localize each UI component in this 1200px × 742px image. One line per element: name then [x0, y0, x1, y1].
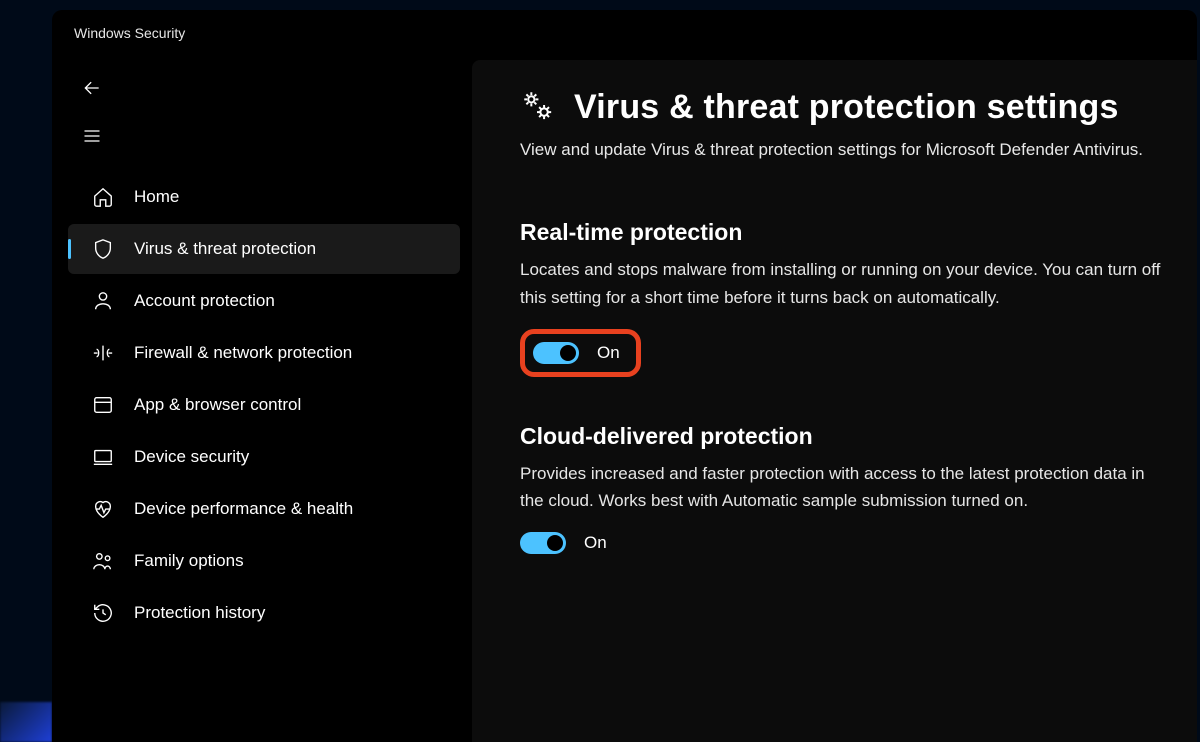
shield-icon	[92, 238, 114, 260]
sidebar-item-label: Family options	[134, 551, 244, 571]
sidebar: Home Virus & threat protection Account p…	[52, 56, 472, 742]
sidebar-item-label: Protection history	[134, 603, 265, 623]
sidebar-item-label: Account protection	[134, 291, 275, 311]
nav-list: Home Virus & threat protection Account p…	[62, 170, 466, 640]
account-icon	[92, 290, 114, 312]
hamburger-button[interactable]	[72, 118, 112, 158]
arrow-left-icon	[82, 78, 102, 103]
sidebar-item-family[interactable]: Family options	[68, 536, 460, 586]
toggle-row: On	[520, 532, 607, 554]
desktop-background	[0, 702, 52, 742]
sidebar-item-label: Virus & threat protection	[134, 239, 316, 259]
section-title: Cloud-delivered protection	[520, 423, 1165, 450]
sidebar-item-account[interactable]: Account protection	[68, 276, 460, 326]
family-icon	[92, 550, 114, 572]
sidebar-item-app[interactable]: App & browser control	[68, 380, 460, 430]
sidebar-item-label: App & browser control	[134, 395, 301, 415]
section-description: Locates and stops malware from installin…	[520, 256, 1165, 310]
device-icon	[92, 446, 114, 468]
window-title: Windows Security	[74, 25, 185, 41]
home-icon	[92, 186, 114, 208]
toggle-highlight-ring: On	[520, 329, 641, 377]
sidebar-item-firewall[interactable]: Firewall & network protection	[68, 328, 460, 378]
history-icon	[92, 602, 114, 624]
sidebar-item-label: Device performance & health	[134, 499, 353, 519]
page-header: Virus & threat protection settings	[520, 88, 1165, 127]
sidebar-item-performance[interactable]: Device performance & health	[68, 484, 460, 534]
app-browser-icon	[92, 394, 114, 416]
page-description: View and update Virus & threat protectio…	[520, 137, 1165, 163]
section-title: Real-time protection	[520, 219, 1165, 246]
toggle-state-label: On	[584, 533, 607, 553]
window-body: Home Virus & threat protection Account p…	[52, 56, 1197, 742]
firewall-icon	[92, 342, 114, 364]
back-button[interactable]	[72, 70, 112, 110]
sidebar-item-device[interactable]: Device security	[68, 432, 460, 482]
cloud-protection-toggle[interactable]	[520, 532, 566, 554]
sidebar-item-label: Firewall & network protection	[134, 343, 352, 363]
section-description: Provides increased and faster protection…	[520, 460, 1165, 514]
section-realtime-protection: Real-time protection Locates and stops m…	[520, 219, 1165, 376]
sidebar-item-virus[interactable]: Virus & threat protection	[68, 224, 460, 274]
sidebar-item-label: Home	[134, 187, 179, 207]
titlebar: Windows Security	[52, 10, 1197, 56]
toggle-state-label: On	[597, 343, 620, 363]
sidebar-item-home[interactable]: Home	[68, 172, 460, 222]
settings-gears-icon	[520, 88, 554, 127]
windows-security-window: Windows Security Home	[52, 10, 1197, 742]
page-title: Virus & threat protection settings	[574, 88, 1119, 127]
main-content: Virus & threat protection settings View …	[472, 60, 1197, 742]
menu-icon	[82, 126, 102, 151]
section-cloud-protection: Cloud-delivered protection Provides incr…	[520, 423, 1165, 554]
sidebar-item-label: Device security	[134, 447, 249, 467]
realtime-protection-toggle[interactable]	[533, 342, 579, 364]
sidebar-item-history[interactable]: Protection history	[68, 588, 460, 638]
heart-pulse-icon	[92, 498, 114, 520]
